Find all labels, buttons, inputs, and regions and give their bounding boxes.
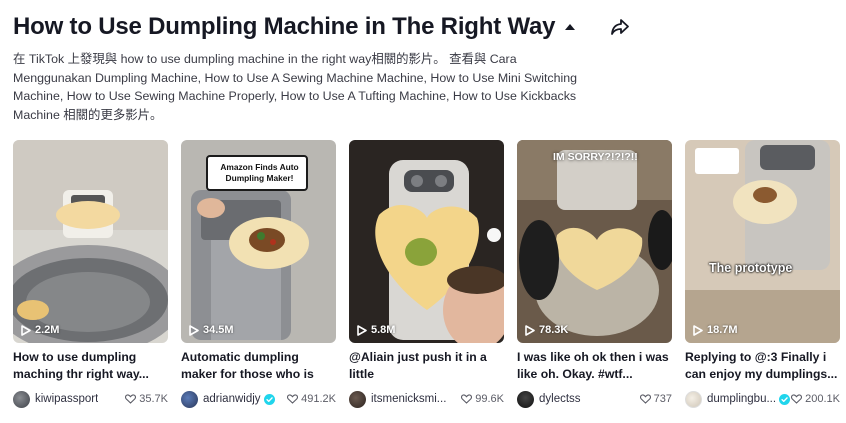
video-meta: dylectss 737: [517, 389, 672, 409]
like-count-label: 491.2K: [301, 393, 336, 405]
thumbnail-image: [349, 140, 504, 343]
share-icon[interactable]: [609, 16, 631, 38]
thumbnail-image: [517, 140, 672, 343]
author-name[interactable]: adrianwidjy: [203, 393, 261, 405]
view-count: 78.3K: [525, 324, 568, 336]
author-name[interactable]: kiwipassport: [35, 393, 98, 405]
avatar[interactable]: [349, 390, 366, 408]
like-count: 35.7K: [125, 393, 168, 405]
avatar[interactable]: [517, 390, 534, 408]
like-count: 200.1K: [791, 393, 840, 405]
view-count: 34.5M: [189, 324, 234, 336]
thumbnail-image: [685, 140, 840, 343]
page-title: How to Use Dumpling Machine in The Right…: [13, 13, 556, 40]
video-card[interactable]: Amazon Finds Auto Dumpling Maker! 34.5M …: [181, 140, 336, 410]
like-count-label: 737: [653, 393, 672, 405]
heart-icon: [125, 394, 137, 404]
view-count-label: 5.8M: [371, 324, 396, 336]
view-count-label: 78.3K: [539, 324, 569, 336]
video-card[interactable]: 5.8M @Aliain just push it in a little it…: [349, 140, 504, 410]
play-icon: [189, 324, 199, 336]
video-meta: kiwipassport 35.7K: [13, 389, 168, 409]
play-icon: [357, 324, 367, 336]
video-overlay-text: The prototype: [709, 261, 793, 275]
play-icon: [525, 324, 535, 336]
video-grid: 2.2M How to use dumpling maching thr rig…: [13, 140, 840, 415]
author-name[interactable]: dylectss: [539, 393, 581, 405]
like-count: 99.6K: [461, 393, 504, 405]
play-icon: [693, 324, 703, 336]
video-caption[interactable]: I was like oh ok then i was like oh. Oka…: [517, 349, 672, 383]
play-icon: [21, 324, 31, 336]
heart-icon: [791, 394, 803, 404]
view-count: 5.8M: [357, 324, 395, 336]
video-overlay-text: Amazon Finds Auto Dumpling Maker!: [220, 162, 299, 183]
view-count-label: 18.7M: [707, 324, 738, 336]
video-caption[interactable]: Automatic dumpling maker for those who i…: [181, 349, 336, 383]
video-caption[interactable]: @Aliain just push it in a little: [349, 349, 504, 383]
video-caption[interactable]: How to use dumpling maching thr right wa…: [13, 349, 168, 383]
video-thumbnail[interactable]: 5.8M: [349, 140, 504, 343]
view-count-label: 2.2M: [35, 324, 60, 336]
like-count: 737: [639, 393, 672, 405]
view-count: 2.2M: [21, 324, 59, 336]
author-name[interactable]: itsmenicksmi...: [371, 393, 446, 405]
avatar[interactable]: [13, 390, 30, 408]
verified-badge-icon: [779, 393, 791, 405]
verified-badge-icon: [263, 393, 275, 405]
video-thumbnail[interactable]: 2.2M: [13, 140, 168, 343]
video-caption[interactable]: Replying to @:3 Finally i can enjoy my d…: [685, 349, 840, 383]
caret-up-icon[interactable]: [561, 18, 579, 36]
like-count: 491.2K: [287, 393, 336, 405]
like-count-label: 200.1K: [805, 393, 840, 405]
video-meta: itsmenicksmi... 99.6K: [349, 389, 504, 409]
video-thumbnail[interactable]: The prototype 18.7M: [685, 140, 840, 343]
page-description: 在 TikTok 上發現與 how to use dumpling machin…: [13, 52, 578, 122]
video-card[interactable]: IM SORRY?!?!?!! 78.3K I was like oh ok t…: [517, 140, 672, 410]
video-overlay-text: IM SORRY?!?!?!!: [553, 151, 638, 163]
page-header: How to Use Dumpling Machine in The Right…: [13, 10, 833, 44]
video-thumbnail[interactable]: IM SORRY?!?!?!! 78.3K: [517, 140, 672, 343]
video-meta: adrianwidjy 491.2K: [181, 389, 336, 409]
video-card[interactable]: The prototype 18.7M Replying to @:3 Fina…: [685, 140, 840, 410]
like-count-label: 35.7K: [139, 393, 168, 405]
author-name[interactable]: dumplingbu...: [707, 393, 776, 405]
heart-icon: [639, 394, 651, 404]
thumbnail-image: [13, 140, 168, 343]
avatar[interactable]: [685, 390, 702, 408]
video-thumbnail[interactable]: Amazon Finds Auto Dumpling Maker! 34.5M: [181, 140, 336, 343]
heart-icon: [287, 394, 299, 404]
avatar[interactable]: [181, 390, 198, 408]
view-count-label: 34.5M: [203, 324, 234, 336]
view-count: 18.7M: [693, 324, 738, 336]
like-count-label: 99.6K: [475, 393, 504, 405]
heart-icon: [461, 394, 473, 404]
video-card[interactable]: 2.2M How to use dumpling maching thr rig…: [13, 140, 168, 410]
video-meta: dumplingbu... 200.1K: [685, 389, 840, 409]
